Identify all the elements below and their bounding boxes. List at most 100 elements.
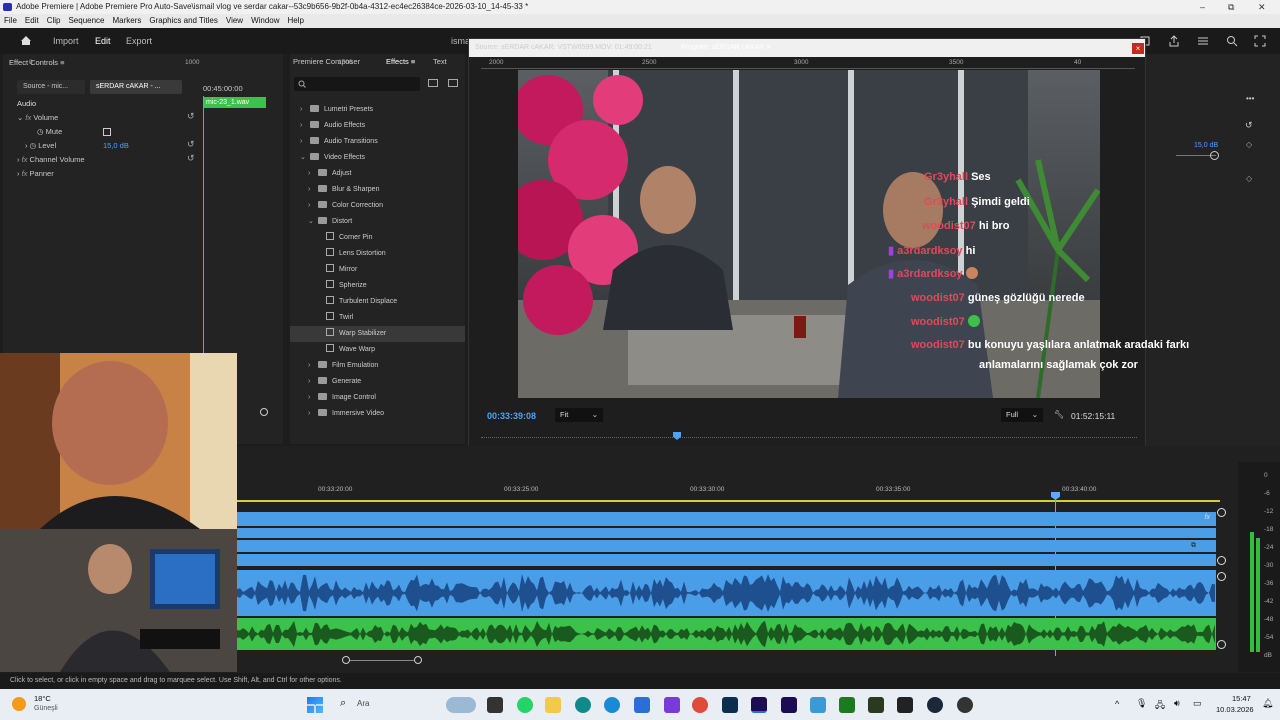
notification-icon[interactable]: 🔔︎ — [1262, 698, 1273, 709]
tab-edit[interactable]: Edit — [95, 36, 111, 46]
zoom-handle[interactable] — [260, 408, 268, 416]
search-icon[interactable] — [1226, 35, 1238, 47]
menu-sequence[interactable]: Sequence — [64, 14, 108, 28]
nvidia-icon[interactable] — [839, 697, 855, 713]
chevron-right-icon[interactable]: › — [300, 102, 310, 118]
chevron-right-icon[interactable]: › — [300, 118, 310, 134]
weather-icon[interactable] — [12, 697, 26, 711]
wrench-icon[interactable]: 🔧︎ — [1054, 410, 1064, 419]
audio-clip-a1[interactable] — [237, 570, 1216, 616]
menu-lines-icon[interactable] — [1197, 36, 1209, 46]
effects-tree-item[interactable]: › Blur & Sharpen — [290, 182, 465, 198]
monitor-playhead[interactable] — [673, 432, 681, 440]
source-monitor-label[interactable]: Source: sERDAR cAKAR: VSTW8599.MOV: 01:4… — [475, 44, 652, 51]
clock-date[interactable]: 10.03.2026 — [1216, 705, 1254, 714]
effects-tree-item[interactable]: › Lumetri Presets — [290, 102, 465, 118]
tab-sequence[interactable]: sERDAR cAKAR - ... — [90, 80, 182, 94]
battery-icon[interactable]: ▭ — [1193, 698, 1202, 709]
chevron-right-icon[interactable]: › — [308, 374, 318, 390]
track-scroll-handle[interactable] — [1217, 640, 1226, 649]
tab-text[interactable]: Text — [433, 57, 447, 66]
edge-icon[interactable] — [604, 697, 620, 713]
menu-help[interactable]: Help — [284, 14, 308, 28]
effects-tree-item[interactable]: › Adjust — [290, 166, 465, 182]
search-icon[interactable]: ⌕ — [340, 697, 346, 710]
file-explorer-icon[interactable] — [545, 697, 561, 713]
effects-tree-item[interactable]: Spherize — [290, 278, 465, 294]
ec-volume-row[interactable]: ⌄ fx Volume — [17, 112, 58, 124]
audio-clip-bar[interactable]: mic-23_1.wav — [204, 97, 266, 108]
effects-tree-item[interactable]: › Audio Effects — [290, 118, 465, 134]
keyframe-icon[interactable]: ◇ — [1246, 140, 1252, 149]
effects-tree-item[interactable]: Twirl — [290, 310, 465, 326]
keyframe-icon[interactable]: ◇ — [1246, 174, 1252, 183]
audio-clip-a2[interactable] — [237, 618, 1216, 650]
tab-effects[interactable]: Effects ≡ — [386, 57, 415, 66]
reset-icon[interactable]: ↺ — [187, 153, 195, 164]
task-view-icon[interactable] — [487, 697, 503, 713]
app-notification-icon[interactable] — [664, 697, 680, 713]
effects-tree-item[interactable]: › Image Control — [290, 390, 465, 406]
reset-icon[interactable]: ↺ — [1245, 120, 1253, 131]
effects-tree-item[interactable]: Corner Pin — [290, 230, 465, 246]
timeline-zoom-handle-left[interactable] — [342, 656, 350, 664]
search-highlight-icon[interactable] — [446, 697, 476, 713]
chevron-down-icon[interactable]: ⌄ — [308, 214, 318, 230]
effects-tree-item[interactable]: ⌄ Video Effects — [290, 150, 465, 166]
program-monitor-label[interactable]: Program: sERDAR cAKAR ≡ — [681, 44, 770, 51]
close-window-button[interactable]: ✕ — [1258, 0, 1266, 14]
chevron-right-icon[interactable]: › — [300, 134, 310, 150]
app-icon[interactable] — [868, 697, 884, 713]
video-clip-v3[interactable]: ⧉ — [237, 540, 1216, 552]
resolution-select[interactable]: Full ⌄ — [1001, 408, 1043, 422]
app-icon[interactable] — [575, 697, 591, 713]
track-scroll-handle[interactable] — [1217, 508, 1226, 517]
chrome-icon[interactable] — [692, 697, 708, 713]
chevron-right-icon[interactable]: › — [308, 358, 318, 374]
photos-icon[interactable] — [810, 697, 826, 713]
track-scroll-handle[interactable] — [1217, 572, 1226, 581]
track-scroll-handle[interactable] — [1217, 556, 1226, 565]
menu-window[interactable]: Window — [247, 14, 283, 28]
store-icon[interactable] — [634, 697, 650, 713]
network-icon[interactable]: 🖧︎ — [1155, 698, 1165, 714]
timeline-ruler[interactable]: 00:33:20:00 00:33:25:00 00:33:30:00 00:33:3… — [236, 484, 1236, 498]
chevron-right-icon[interactable]: › — [308, 182, 318, 198]
steam-icon[interactable] — [927, 697, 943, 713]
volume-icon[interactable]: 🔊︎ — [1174, 698, 1180, 709]
ec-channel-volume-row[interactable]: › fx Channel Volume — [17, 154, 85, 166]
playhead-handle[interactable] — [1051, 492, 1060, 500]
effects-tree-item[interactable]: Warp Stabilizer — [290, 326, 465, 342]
menu-graphics[interactable]: Graphics and Titles — [145, 14, 221, 28]
effects-tree-item[interactable]: Turbulent Displace — [290, 294, 465, 310]
tab-import[interactable]: Import — [53, 36, 79, 46]
effects-tree-item[interactable]: › Audio Transitions — [290, 134, 465, 150]
mute-checkbox[interactable] — [103, 128, 111, 136]
effects-tree-item[interactable]: › Generate — [290, 374, 465, 390]
premiere-pro-icon[interactable] — [751, 697, 767, 713]
chevron-right-icon[interactable]: › — [308, 166, 318, 182]
work-area-bar[interactable] — [237, 500, 1220, 502]
menu-view[interactable]: View — [222, 14, 247, 28]
start-button-icon[interactable] — [307, 697, 323, 713]
video-clip-v1[interactable]: fx — [237, 512, 1216, 526]
level-value[interactable]: 15,0 dB — [103, 141, 129, 150]
media-encoder-icon[interactable] — [781, 697, 797, 713]
clock-time[interactable]: 15:47 — [1232, 694, 1251, 703]
menu-markers[interactable]: Markers — [109, 14, 146, 28]
maximize-button[interactable]: ⧉ — [1228, 0, 1234, 14]
new-preset-icon[interactable] — [448, 79, 458, 87]
monitor-close-button[interactable]: × — [1132, 43, 1144, 54]
timeline-zoom-handle-right[interactable] — [414, 656, 422, 664]
menu-edit[interactable]: Edit — [21, 14, 43, 28]
microphone-icon[interactable]: 🎙︎ — [1136, 698, 1147, 709]
program-timecode[interactable]: 00:33:39:08 — [487, 411, 536, 421]
epic-games-icon[interactable] — [897, 697, 913, 713]
minimize-button[interactable]: – — [1200, 0, 1205, 14]
chevron-right-icon[interactable]: › — [308, 406, 318, 422]
effects-tree-item[interactable]: › Color Correction — [290, 198, 465, 214]
obs-icon[interactable] — [957, 697, 973, 713]
taskbar-search[interactable]: Ara — [357, 699, 369, 708]
video-clip-v2[interactable] — [237, 528, 1216, 538]
effects-tree-item[interactable]: ⌄ Distort — [290, 214, 465, 230]
